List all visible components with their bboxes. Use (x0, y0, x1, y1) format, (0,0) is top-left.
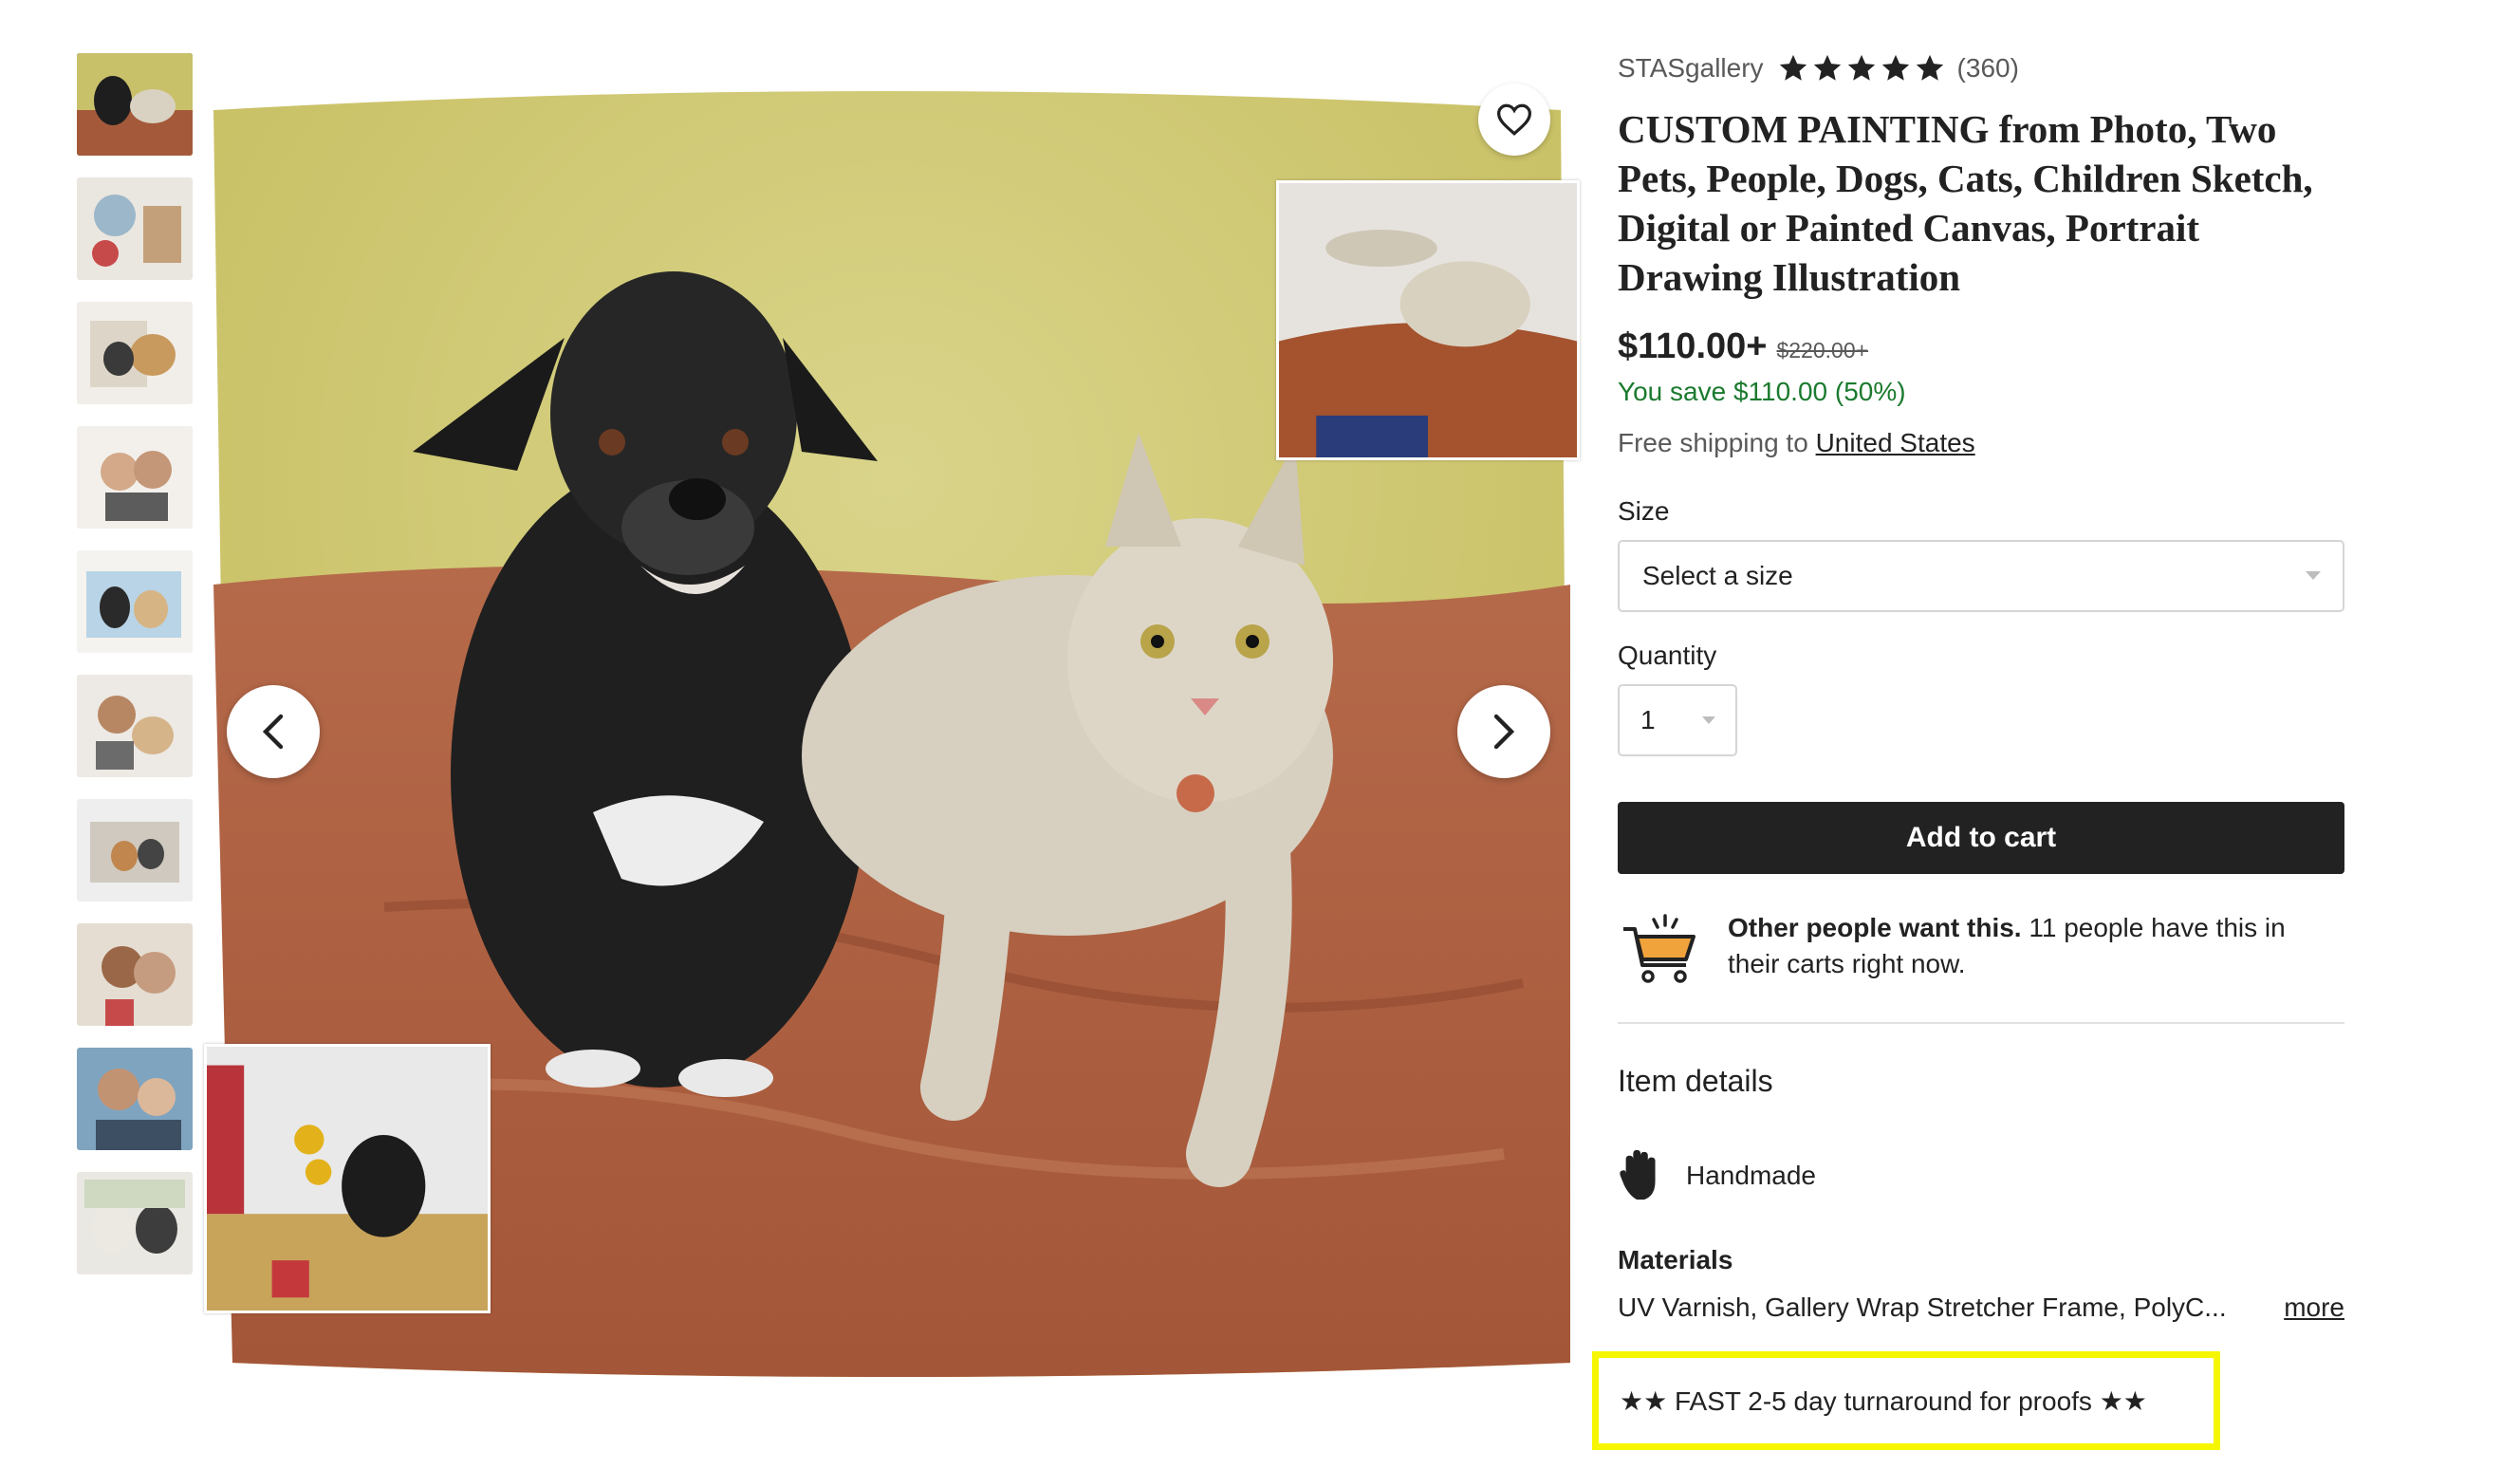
main-product-image (195, 53, 1580, 1382)
thumbnail-1[interactable] (77, 53, 193, 156)
materials-row: UV Varnish, Gallery Wrap Stretcher Frame… (1618, 1292, 2344, 1323)
hand-icon (1620, 1149, 1656, 1200)
star-icon (1813, 54, 1841, 81)
thumbnail-4[interactable] (77, 426, 193, 529)
add-to-cart-button[interactable]: Add to cart (1618, 802, 2344, 874)
star-icon (1779, 54, 1807, 81)
sale-price: $110.00+ (1618, 326, 1768, 366)
listing-title: CUSTOM PAINTING from Photo, Two Pets, Pe… (1618, 107, 2313, 299)
inset-photo-dog (204, 1044, 491, 1313)
demand-bold: Other people want this. (1728, 913, 2022, 942)
handmade-row: Handmade (1618, 1148, 2344, 1203)
thumbnail-9[interactable] (77, 1048, 193, 1150)
shipping-destination-link[interactable]: United States (1816, 428, 1975, 457)
quantity-select[interactable]: 1 (1618, 684, 1737, 756)
shipping-prefix: Free shipping to (1618, 428, 1808, 457)
inset-photo-cat (1276, 180, 1580, 460)
thumbnail-list (77, 53, 193, 1296)
shopping-cart-icon (1623, 914, 1695, 983)
favorite-button[interactable] (1478, 84, 1550, 156)
listing-panel: STASgallery (360) CUSTOM PAINTING from P… (1618, 47, 2344, 1323)
quantity-label: Quantity (1618, 641, 1717, 670)
savings-text: You save $110.00 (50%) (1618, 377, 1906, 406)
quantity-value: 1 (1640, 705, 1656, 734)
thumbnail-3[interactable] (77, 302, 193, 404)
promo-text: ★★ FAST 2-5 day turnaround for proofs ★★ (1620, 1385, 2147, 1416)
demand-notice: Other people want this. 11 people have t… (1618, 910, 2344, 986)
thumbnail-8[interactable] (77, 923, 193, 1026)
handmade-label: Handmade (1686, 1161, 1816, 1190)
thumbnail-2[interactable] (77, 177, 193, 280)
thumbnail-10[interactable] (77, 1172, 193, 1274)
materials-more-link[interactable]: more (2284, 1292, 2344, 1323)
turnaround-highlight: ★★ FAST 2-5 day turnaround for proofs ★★ (1592, 1351, 2220, 1450)
chevron-left-icon (262, 714, 284, 750)
size-select[interactable]: Select a size (1618, 540, 2344, 612)
star-icon (1881, 54, 1909, 81)
previous-image-button[interactable] (227, 685, 320, 778)
shop-name-link[interactable]: STASgallery (1618, 53, 1764, 84)
thumbnail-5[interactable] (77, 550, 193, 653)
original-price: $220.00+ (1776, 338, 1869, 363)
demand-text: Other people want this. 11 people have t… (1728, 910, 2316, 982)
size-select-value: Select a size (1642, 561, 1793, 590)
caret-down-icon (2306, 571, 2321, 580)
caret-down-icon (1702, 716, 1715, 724)
review-count[interactable]: (360) (1957, 53, 2019, 84)
heart-icon (1496, 103, 1532, 136)
thumbnail-6[interactable] (77, 675, 193, 777)
size-label: Size (1618, 496, 1670, 526)
shop-info: STASgallery (360) (1618, 47, 2344, 89)
divider (1618, 1022, 2344, 1024)
thumbnail-7[interactable] (77, 799, 193, 902)
star-rating[interactable] (1777, 52, 1946, 84)
chevron-right-icon (1493, 714, 1515, 750)
price-row: $110.00+ $220.00+ (1618, 326, 2344, 367)
next-image-button[interactable] (1457, 685, 1550, 778)
star-icon (1847, 54, 1875, 81)
shipping-info: Free shipping to United States (1618, 428, 2344, 458)
star-icon (1916, 54, 1943, 81)
materials-heading: Materials (1618, 1245, 1733, 1274)
materials-text: UV Varnish, Gallery Wrap Stretcher Frame… (1618, 1292, 2227, 1322)
item-details-heading[interactable]: Item details (1618, 1064, 2344, 1099)
